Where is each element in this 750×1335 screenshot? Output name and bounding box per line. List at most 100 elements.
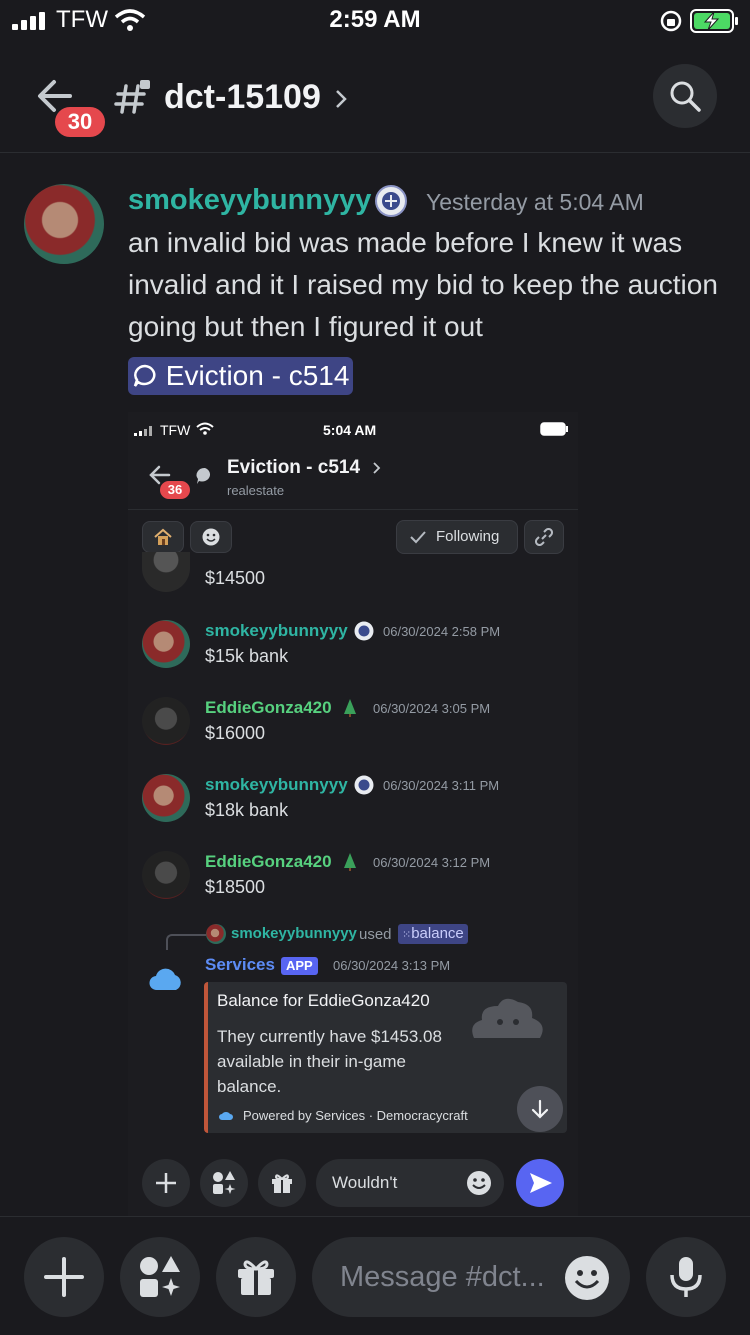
embed-send-button: [516, 1159, 564, 1207]
server-tag-icon: [354, 775, 374, 795]
bottom-composer-bar: Message #dct...: [0, 1216, 750, 1335]
command-tag: ⁙balance: [398, 924, 468, 944]
embed-text: $16000: [205, 723, 266, 743]
microphone-icon: [670, 1257, 702, 1297]
gift-button[interactable]: [216, 1237, 296, 1317]
embed-time: 5:04 AM: [323, 422, 377, 438]
arrow-down-icon: [531, 1099, 549, 1119]
embed-text: $18k bank: [205, 800, 289, 820]
status-time: 2:59 AM: [329, 6, 421, 33]
status-bar: TFW 2:59 AM: [0, 0, 750, 44]
card-footer: Powered by Services · Democracycraft: [243, 1108, 468, 1123]
embed-chevron-icon: [373, 462, 381, 474]
search-icon: [670, 81, 701, 112]
embed-text: $15k bank: [205, 646, 289, 666]
card-body: They currently have $1453.08 available i…: [217, 1027, 442, 1096]
rotation-lock-icon: [660, 10, 682, 32]
embed-carrier: TFW: [160, 422, 191, 438]
embed-timestamp: 06/30/2024 3:05 PM: [373, 701, 491, 716]
reply-connector: [166, 934, 206, 950]
search-button[interactable]: [653, 64, 717, 128]
attach-button[interactable]: [24, 1237, 104, 1317]
gift-icon: [238, 1260, 274, 1295]
embed-input-text: Wouldn't: [332, 1173, 398, 1192]
plus-icon: [156, 1173, 176, 1193]
embed-username: smokeyybunnyyy: [205, 775, 348, 794]
message-text: an invalid bid was made before I knew it…: [128, 227, 718, 342]
back-button[interactable]: 30: [30, 70, 108, 140]
embed-text: $18500: [205, 877, 266, 897]
command-icon: ⁙: [402, 929, 412, 941]
tree-icon: [344, 853, 356, 871]
reply-avatar: [206, 924, 226, 944]
embed-message-input: Wouldn't: [316, 1159, 504, 1207]
user-avatar[interactable]: [24, 184, 104, 264]
thread-icon: [133, 364, 156, 387]
embed-message: smokeyybunnyyy 06/30/2024 2:58 PM $15k b…: [128, 617, 578, 677]
card-title: Balance for EddieGonza420: [217, 991, 430, 1010]
command-name: balance: [411, 925, 464, 942]
plus-icon: [44, 1257, 84, 1297]
embed-timestamp: 06/30/2024 3:12 PM: [373, 855, 491, 870]
apps-button[interactable]: [120, 1237, 200, 1317]
embed-avatar: [142, 620, 190, 668]
thread-link[interactable]: Eviction - c514: [128, 357, 354, 395]
embed-username: EddieGonza420: [205, 852, 332, 871]
embed-battery-icon: [540, 422, 568, 436]
embed-following-chip: Following: [396, 520, 518, 554]
embed-timestamp: 06/30/2024 2:58 PM: [383, 624, 501, 639]
embed-following-label: Following: [436, 528, 500, 545]
embed-gift-button: [258, 1159, 306, 1207]
send-icon: [530, 1173, 552, 1193]
app-tag: APP: [281, 957, 318, 975]
message-input[interactable]: Message #dct...: [312, 1237, 630, 1317]
embed-message: EddieGonza420 06/30/2024 3:12 PM $18500: [128, 848, 578, 908]
jump-down-button: [517, 1086, 563, 1132]
thread-link-label: Eviction - c514: [165, 360, 350, 391]
channel-header: 30 dct-15109: [0, 60, 750, 153]
bot-timestamp: 06/30/2024 3:13 PM: [333, 958, 451, 973]
embed-unread-badge: 36: [158, 479, 192, 501]
card-thumbnail-icon: [472, 998, 543, 1038]
embed-divider: [128, 509, 578, 510]
embed-subtitle: realestate: [227, 483, 285, 498]
apps-icon: [213, 1171, 236, 1194]
embed-emoji-chip: [190, 521, 232, 553]
chevron-right-icon: [336, 90, 347, 108]
embed-thread-icon: [196, 467, 211, 484]
embed-username: EddieGonza420: [205, 698, 332, 717]
embed-partial-avatar: [142, 552, 190, 592]
embed-wifi-icon: [196, 422, 214, 435]
emoji-icon[interactable]: [564, 1255, 610, 1301]
embed-home-chip: [142, 521, 184, 553]
tree-icon: [344, 699, 356, 717]
apps-icon: [140, 1256, 180, 1297]
embed-message: EddieGonza420 06/30/2024 3:05 PM $16000: [128, 694, 578, 754]
message-username[interactable]: smokeyybunnyyy: [128, 184, 371, 217]
embed-avatar: [142, 697, 190, 745]
embed-title: Eviction - c514: [227, 457, 361, 478]
voice-message-button[interactable]: [646, 1237, 726, 1317]
embed-message: smokeyybunnyyy 06/30/2024 3:11 PM $18k b…: [128, 771, 578, 831]
cloud-icon: [149, 968, 181, 991]
embed-emoji-icon: [467, 1171, 491, 1195]
footer-cloud-icon: [219, 1112, 233, 1120]
balance-card: Balance for EddieGonza420 They currently…: [204, 982, 567, 1133]
smiley-icon: [202, 528, 220, 546]
message-input-placeholder: Message #dct...: [340, 1261, 545, 1293]
embed-timestamp: 06/30/2024 3:11 PM: [383, 778, 500, 793]
link-icon: [535, 528, 553, 546]
channel-name[interactable]: dct-15109: [164, 78, 321, 117]
attached-screenshot[interactable]: TFW 5:04 AM 36 Eviction - c514 realestat…: [128, 412, 578, 1220]
embed-link-chip: [524, 520, 564, 554]
embed-plus-button: [142, 1159, 190, 1207]
locked-channel-hash-icon: [114, 80, 150, 114]
server-tag-icon: [354, 621, 374, 641]
house-icon: [154, 528, 172, 545]
unread-badge: 30: [52, 104, 108, 140]
embed-username: smokeyybunnyyy: [205, 621, 348, 640]
battery-charging-icon: [690, 9, 738, 33]
gift-icon: [272, 1174, 292, 1193]
reply-username: smokeyybunnyyy: [231, 925, 357, 942]
embed-signal-icon: [134, 426, 152, 436]
